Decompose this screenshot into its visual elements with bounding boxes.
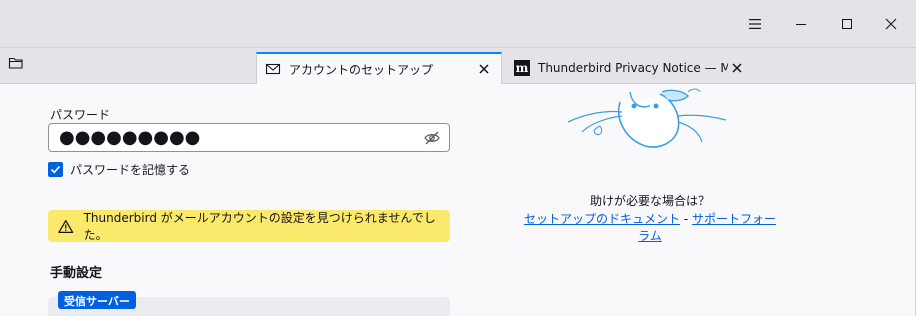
tab-label: アカウントのセットアップ: [289, 62, 434, 77]
help-question: 助けが必要な場合は？: [589, 194, 710, 208]
remember-password-row[interactable]: パスワードを記憶する: [48, 161, 190, 178]
window-close-button[interactable]: [868, 8, 914, 40]
warning-icon: [58, 219, 74, 233]
mozilla-m-icon: m: [514, 60, 530, 76]
incoming-server-badge: 受信サーバー: [58, 291, 136, 309]
tab-close-button[interactable]: [475, 60, 493, 78]
title-bar: [0, 0, 916, 48]
setup-docs-link[interactable]: セットアップのドキュメント: [524, 212, 680, 226]
tab-close-button[interactable]: [728, 59, 746, 77]
tab-label: Thunderbird Privacy Notice — Mozi: [538, 61, 728, 75]
manual-config-heading: 手動設定: [50, 266, 103, 281]
close-icon: [732, 63, 742, 73]
folder-icon: [8, 57, 23, 69]
tab-account-setup[interactable]: アカウントのセットアップ: [256, 52, 502, 84]
checkmark-icon: [50, 165, 61, 174]
tab-privacy-notice[interactable]: m Thunderbird Privacy Notice — Mozi: [506, 52, 754, 84]
thunderbird-mascot-illustration: [567, 88, 727, 148]
link-separator: -: [680, 212, 692, 226]
maximize-button[interactable]: [824, 8, 870, 40]
remember-password-label: パスワードを記憶する: [70, 163, 191, 177]
close-icon: [885, 18, 897, 30]
minimize-button[interactable]: [778, 8, 824, 40]
hamburger-icon: [749, 19, 761, 29]
toggle-password-visibility-button[interactable]: [423, 130, 441, 146]
remember-password-checkbox[interactable]: [48, 162, 63, 177]
account-setup-content: パスワード ●●●●●●●●● パスワードを記憶する Thunderbird が…: [0, 84, 916, 316]
app-menu-button[interactable]: [732, 8, 778, 40]
folder-mode-button[interactable]: [8, 56, 32, 76]
warning-text: Thunderbird がメールアカウントの設定を見つけられませんでした。: [83, 211, 436, 242]
close-icon: [479, 64, 489, 74]
maximize-icon: [842, 19, 852, 29]
tab-bar: アカウントのセットアップ m Thunderbird Privacy Notic…: [0, 48, 916, 84]
password-value: ●●●●●●●●●: [59, 127, 201, 148]
minimize-icon: [796, 24, 806, 25]
mail-icon: [265, 63, 281, 75]
config-not-found-warning: Thunderbird がメールアカウントの設定を見つけられませんでした。: [48, 210, 450, 242]
eye-slash-icon: [424, 131, 440, 145]
password-field[interactable]: ●●●●●●●●●: [48, 123, 450, 152]
password-label: パスワード: [50, 108, 111, 122]
help-links: セットアップのドキュメント - サポートフォーラム: [520, 210, 780, 244]
svg-text:m: m: [516, 61, 529, 75]
